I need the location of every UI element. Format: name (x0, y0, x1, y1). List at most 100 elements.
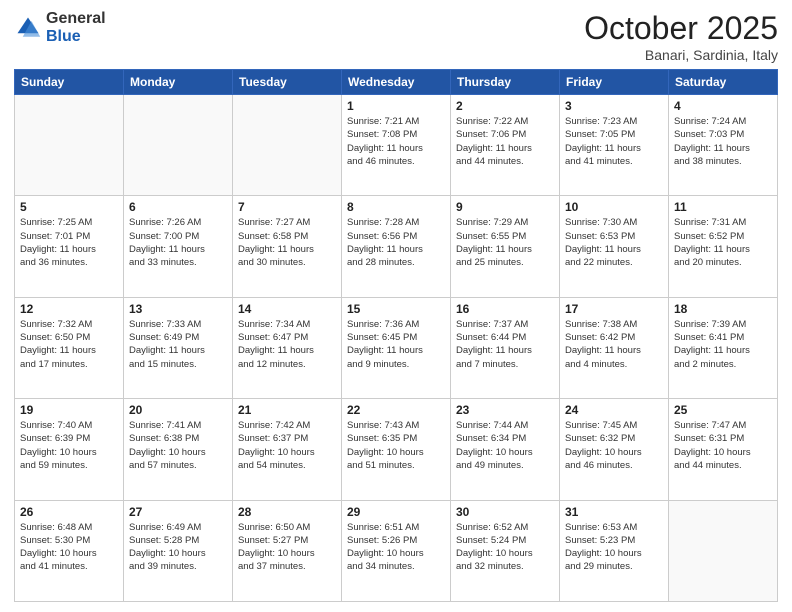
calendar-cell (124, 95, 233, 196)
calendar-cell: 2 Sunrise: 7:22 AM Sunset: 7:06 PM Daylig… (451, 95, 560, 196)
calendar-cell: 6 Sunrise: 7:26 AM Sunset: 7:00 PM Daylig… (124, 196, 233, 297)
calendar-cell: 13 Sunrise: 7:33 AM Sunset: 6:49 PM Dayli… (124, 297, 233, 398)
day-number: 7 (238, 200, 336, 214)
day-info: Sunrise: 7:33 AM Sunset: 6:49 PM Dayligh… (129, 318, 227, 371)
day-number: 30 (456, 505, 554, 519)
calendar-cell: 12Sunrise: 7:32 AM Sunset: 6:50 PM Dayli… (15, 297, 124, 398)
logo-general-text: General (46, 10, 106, 28)
calendar-cell: 18 Sunrise: 7:39 AM Sunset: 6:41 PM Dayli… (669, 297, 778, 398)
day-info: Sunrise: 7:24 AM Sunset: 7:03 PM Dayligh… (674, 115, 772, 168)
calendar-cell: 4Sunrise: 7:24 AM Sunset: 7:03 PM Daylig… (669, 95, 778, 196)
calendar-week-4: 19 Sunrise: 7:40 AM Sunset: 6:39 PM Dayli… (15, 399, 778, 500)
day-info: Sunrise: 7:34 AM Sunset: 6:47 PM Dayligh… (238, 318, 336, 371)
calendar-cell: 7 Sunrise: 7:27 AM Sunset: 6:58 PM Daylig… (233, 196, 342, 297)
logo-icon (14, 14, 42, 42)
calendar-cell: 22 Sunrise: 7:43 AM Sunset: 6:35 PM Dayli… (342, 399, 451, 500)
day-number: 16 (456, 302, 554, 316)
day-info: Sunrise: 7:47 AM Sunset: 6:31 PM Dayligh… (674, 419, 772, 472)
logo-text: General Blue (46, 10, 106, 45)
day-number: 24 (565, 403, 663, 417)
day-number: 6 (129, 200, 227, 214)
day-number: 18 (674, 302, 772, 316)
day-number: 5 (20, 200, 118, 214)
page: General Blue October 2025 Banari, Sardin… (0, 0, 792, 612)
calendar-cell: 25 Sunrise: 7:47 AM Sunset: 6:31 PM Dayli… (669, 399, 778, 500)
day-info: Sunrise: 6:49 AM Sunset: 5:28 PM Dayligh… (129, 521, 227, 574)
header: General Blue October 2025 Banari, Sardin… (14, 10, 778, 63)
day-number: 10 (565, 200, 663, 214)
day-info: Sunrise: 7:37 AM Sunset: 6:44 PM Dayligh… (456, 318, 554, 371)
calendar-cell: 17Sunrise: 7:38 AM Sunset: 6:42 PM Dayli… (560, 297, 669, 398)
day-info: Sunrise: 7:29 AM Sunset: 6:55 PM Dayligh… (456, 216, 554, 269)
calendar-cell: 3 Sunrise: 7:23 AM Sunset: 7:05 PM Daylig… (560, 95, 669, 196)
day-info: Sunrise: 7:43 AM Sunset: 6:35 PM Dayligh… (347, 419, 445, 472)
day-number: 23 (456, 403, 554, 417)
day-number: 25 (674, 403, 772, 417)
day-number: 15 (347, 302, 445, 316)
calendar-cell: 1 Sunrise: 7:21 AM Sunset: 7:08 PM Daylig… (342, 95, 451, 196)
calendar-cell: 28Sunrise: 6:50 AM Sunset: 5:27 PM Dayli… (233, 500, 342, 601)
day-info: Sunrise: 7:39 AM Sunset: 6:41 PM Dayligh… (674, 318, 772, 371)
day-number: 1 (347, 99, 445, 113)
day-info: Sunrise: 7:36 AM Sunset: 6:45 PM Dayligh… (347, 318, 445, 371)
calendar-cell: 19 Sunrise: 7:40 AM Sunset: 6:39 PM Dayli… (15, 399, 124, 500)
day-info: Sunrise: 7:21 AM Sunset: 7:08 PM Dayligh… (347, 115, 445, 168)
day-info: Sunrise: 7:32 AM Sunset: 6:50 PM Dayligh… (20, 318, 118, 371)
day-number: 14 (238, 302, 336, 316)
calendar-cell: 27 Sunrise: 6:49 AM Sunset: 5:28 PM Dayli… (124, 500, 233, 601)
calendar-cell: 5 Sunrise: 7:25 AM Sunset: 7:01 PM Daylig… (15, 196, 124, 297)
header-monday: Monday (124, 70, 233, 95)
calendar-cell (669, 500, 778, 601)
calendar-week-5: 26Sunrise: 6:48 AM Sunset: 5:30 PM Dayli… (15, 500, 778, 601)
day-number: 20 (129, 403, 227, 417)
calendar-header-row: Sunday Monday Tuesday Wednesday Thursday… (15, 70, 778, 95)
title-block: October 2025 Banari, Sardinia, Italy (584, 10, 778, 63)
day-info: Sunrise: 7:25 AM Sunset: 7:01 PM Dayligh… (20, 216, 118, 269)
day-number: 9 (456, 200, 554, 214)
day-number: 28 (238, 505, 336, 519)
day-info: Sunrise: 7:38 AM Sunset: 6:42 PM Dayligh… (565, 318, 663, 371)
calendar-cell: 8Sunrise: 7:28 AM Sunset: 6:56 PM Daylig… (342, 196, 451, 297)
header-thursday: Thursday (451, 70, 560, 95)
day-number: 2 (456, 99, 554, 113)
calendar-cell: 23Sunrise: 7:44 AM Sunset: 6:34 PM Dayli… (451, 399, 560, 500)
calendar-cell: 14 Sunrise: 7:34 AM Sunset: 6:47 PM Dayli… (233, 297, 342, 398)
header-sunday: Sunday (15, 70, 124, 95)
calendar-cell: 9 Sunrise: 7:29 AM Sunset: 6:55 PM Daylig… (451, 196, 560, 297)
calendar-cell (233, 95, 342, 196)
calendar-cell: 21 Sunrise: 7:42 AM Sunset: 6:37 PM Dayli… (233, 399, 342, 500)
day-number: 13 (129, 302, 227, 316)
day-info: Sunrise: 7:40 AM Sunset: 6:39 PM Dayligh… (20, 419, 118, 472)
calendar-table: Sunday Monday Tuesday Wednesday Thursday… (14, 69, 778, 602)
header-tuesday: Tuesday (233, 70, 342, 95)
day-number: 19 (20, 403, 118, 417)
calendar-cell: 29Sunrise: 6:51 AM Sunset: 5:26 PM Dayli… (342, 500, 451, 601)
calendar-week-1: 1 Sunrise: 7:21 AM Sunset: 7:08 PM Daylig… (15, 95, 778, 196)
day-number: 26 (20, 505, 118, 519)
day-info: Sunrise: 7:45 AM Sunset: 6:32 PM Dayligh… (565, 419, 663, 472)
day-number: 27 (129, 505, 227, 519)
calendar-week-2: 5 Sunrise: 7:25 AM Sunset: 7:01 PM Daylig… (15, 196, 778, 297)
title-month: October 2025 (584, 10, 778, 47)
calendar-cell: 30 Sunrise: 6:52 AM Sunset: 5:24 PM Dayli… (451, 500, 560, 601)
day-info: Sunrise: 7:42 AM Sunset: 6:37 PM Dayligh… (238, 419, 336, 472)
day-number: 3 (565, 99, 663, 113)
day-number: 22 (347, 403, 445, 417)
day-number: 11 (674, 200, 772, 214)
day-info: Sunrise: 7:30 AM Sunset: 6:53 PM Dayligh… (565, 216, 663, 269)
day-number: 31 (565, 505, 663, 519)
day-info: Sunrise: 6:52 AM Sunset: 5:24 PM Dayligh… (456, 521, 554, 574)
logo: General Blue (14, 10, 106, 45)
day-info: Sunrise: 7:22 AM Sunset: 7:06 PM Dayligh… (456, 115, 554, 168)
calendar-cell: 26Sunrise: 6:48 AM Sunset: 5:30 PM Dayli… (15, 500, 124, 601)
day-number: 21 (238, 403, 336, 417)
day-info: Sunrise: 7:23 AM Sunset: 7:05 PM Dayligh… (565, 115, 663, 168)
header-saturday: Saturday (669, 70, 778, 95)
day-info: Sunrise: 7:26 AM Sunset: 7:00 PM Dayligh… (129, 216, 227, 269)
logo-blue-text: Blue (46, 28, 106, 46)
calendar-cell: 11 Sunrise: 7:31 AM Sunset: 6:52 PM Dayli… (669, 196, 778, 297)
day-info: Sunrise: 6:51 AM Sunset: 5:26 PM Dayligh… (347, 521, 445, 574)
day-info: Sunrise: 7:31 AM Sunset: 6:52 PM Dayligh… (674, 216, 772, 269)
calendar-cell: 31Sunrise: 6:53 AM Sunset: 5:23 PM Dayli… (560, 500, 669, 601)
day-info: Sunrise: 7:27 AM Sunset: 6:58 PM Dayligh… (238, 216, 336, 269)
